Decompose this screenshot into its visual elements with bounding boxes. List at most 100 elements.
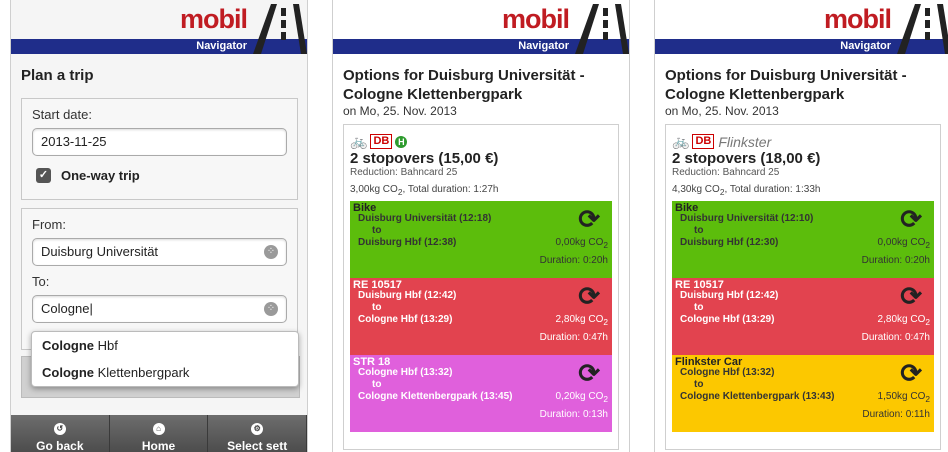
- leg-to: Cologne Hbf (13:29): [358, 314, 453, 325]
- refresh-icon[interactable]: ⟳: [900, 283, 922, 309]
- suggestion-item[interactable]: Cologne Hbf: [32, 332, 298, 359]
- logo-mark-icon: [253, 4, 307, 54]
- co2-subscript: 2: [603, 240, 608, 250]
- db-icon: DB: [370, 134, 393, 149]
- refresh-icon[interactable]: ⟳: [578, 360, 600, 386]
- refresh-icon[interactable]: ⟳: [578, 206, 600, 232]
- leg-duration: Duration: 0:47h: [539, 332, 608, 343]
- start-date-label: Start date:: [32, 107, 92, 122]
- trip-leg[interactable]: STR 18 Cologne Hbf (13:32) to Cologne Kl…: [350, 355, 612, 432]
- one-way-label: One-way trip: [61, 168, 140, 183]
- suggestion-match: Cologne: [42, 365, 94, 380]
- options-screen: mobil Navigator Options for Duisburg Uni…: [654, 0, 948, 452]
- leg-co2: 0,20kg CO2: [556, 391, 608, 404]
- leg-to: Cologne Klettenbergpark (13:43): [680, 391, 835, 402]
- co2-subscript: 2: [925, 240, 930, 250]
- summary-duration: , Total duration: 1:33h: [724, 184, 821, 195]
- logo-mark-icon: [897, 4, 948, 54]
- leg-from: Cologne Hbf (13:32): [358, 367, 453, 378]
- leg-from: Cologne Hbf (13:32): [680, 367, 775, 378]
- trip-option-card[interactable]: 🚲 DB Flinkster 2 stopovers (18,00 €) Red…: [665, 124, 941, 450]
- summary-duration: , Total duration: 1:27h: [402, 184, 499, 195]
- co2-subscript: 2: [925, 394, 930, 404]
- page-title: Plan a trip: [21, 67, 94, 84]
- logo-mark-icon: [575, 4, 629, 54]
- leg-to-word: to: [694, 225, 704, 236]
- leg-co2: 2,80kg CO2: [556, 314, 608, 327]
- logo-word: mobil: [180, 4, 248, 34]
- settings-button[interactable]: ⚙ Select sett: [208, 415, 307, 452]
- trip-date: on Mo, 25. Nov. 2013: [665, 104, 779, 118]
- home-label: Home: [141, 439, 176, 452]
- leg-to: Duisburg Hbf (12:38): [358, 237, 457, 248]
- trip-option-card[interactable]: 🚲 DB H 2 stopovers (15,00 €) Reduction: …: [343, 124, 619, 450]
- from-value: Duisburg Universität: [41, 244, 159, 259]
- trip-leg[interactable]: RE 10517 Duisburg Hbf (12:42) to Cologne…: [672, 278, 934, 355]
- co2-subscript: 2: [925, 317, 930, 327]
- trip-summary: 3,00kg CO2, Total duration: 1:27h: [350, 184, 618, 197]
- summary-co2: 3,00kg CO: [350, 184, 398, 195]
- leg-co2-value: 2,80kg CO: [555, 314, 604, 325]
- logo-word: mobil: [824, 4, 892, 34]
- from-label: From:: [32, 217, 66, 232]
- from-input[interactable]: Duisburg Universität ⁘: [32, 238, 287, 266]
- checkmark-icon: ✓: [36, 168, 51, 183]
- go-back-button[interactable]: ↺ Go back: [11, 415, 110, 452]
- logo-sub: Navigator: [518, 40, 569, 52]
- leg-to-word: to: [372, 302, 382, 313]
- autocomplete-list: Cologne Hbf Cologne Klettenbergpark: [31, 331, 299, 387]
- leg-duration: Duration: 0:47h: [861, 332, 930, 343]
- co2-subscript: 2: [603, 317, 608, 327]
- mode-icons: 🚲 DB Flinkster: [672, 133, 940, 150]
- leg-from: Duisburg Universität (12:10): [680, 213, 814, 224]
- trip-leg[interactable]: RE 10517 Duisburg Hbf (12:42) to Cologne…: [350, 278, 612, 355]
- refresh-icon[interactable]: ⟳: [900, 206, 922, 232]
- grid-icon[interactable]: ⁘: [264, 302, 278, 316]
- options-screen: mobil Navigator Options for Duisburg Uni…: [332, 0, 630, 452]
- suggestion-rest: Klettenbergpark: [94, 365, 190, 380]
- app-header: mobil Navigator: [333, 0, 629, 56]
- leg-co2: 0,00kg CO2: [878, 237, 930, 250]
- date-fieldset: Start date: 2013-11-25 ✓ One-way trip: [21, 98, 298, 200]
- leg-duration: Duration: 0:20h: [861, 255, 930, 266]
- page-title: Options for Duisburg Universität - Colog…: [665, 67, 907, 103]
- leg-co2-value: 1,50kg CO: [877, 391, 926, 402]
- back-icon: ↺: [53, 423, 66, 435]
- refresh-icon[interactable]: ⟳: [900, 360, 922, 386]
- trip-leg[interactable]: Flinkster Car Cologne Hbf (13:32) to Col…: [672, 355, 934, 432]
- start-date-input[interactable]: 2013-11-25: [32, 128, 287, 156]
- refresh-icon[interactable]: ⟳: [578, 283, 600, 309]
- stopovers-price: 2 stopovers (15,00 €): [350, 150, 499, 167]
- leg-duration: Duration: 0:20h: [539, 255, 608, 266]
- leg-co2-value: 0,00kg CO: [555, 237, 604, 248]
- bike-icon: 🚲: [672, 133, 690, 149]
- page-title: Options for Duisburg Universität - Colog…: [343, 67, 585, 103]
- leg-co2-value: 2,80kg CO: [877, 314, 926, 325]
- suggestion-item[interactable]: Cologne Klettenbergpark: [32, 359, 298, 386]
- db-icon: DB: [692, 134, 715, 149]
- one-way-checkbox[interactable]: ✓ One-way trip: [36, 168, 297, 183]
- logo-word: mobil: [502, 4, 570, 34]
- leg-to-word: to: [372, 379, 382, 390]
- app-header: mobil Navigator: [655, 0, 948, 56]
- stopovers-price: 2 stopovers (18,00 €): [672, 150, 821, 167]
- trip-leg[interactable]: Bike Duisburg Universität (12:10) to Dui…: [672, 201, 934, 278]
- leg-to: Cologne Klettenbergpark (13:45): [358, 391, 513, 402]
- route-fieldset: From: Duisburg Universität ⁘ To: Cologne…: [21, 208, 298, 350]
- bottom-nav: ↺ Go back ⌂ Home ⚙ Select sett: [11, 415, 307, 452]
- to-input[interactable]: Cologne| ⁘: [32, 295, 287, 323]
- leg-co2: 0,00kg CO2: [556, 237, 608, 250]
- home-button[interactable]: ⌂ Home: [110, 415, 209, 452]
- leg-co2: 1,50kg CO2: [878, 391, 930, 404]
- leg-from: Duisburg Universität (12:18): [358, 213, 492, 224]
- trip-summary: 4,30kg CO2, Total duration: 1:33h: [672, 184, 940, 197]
- summary-co2: 4,30kg CO: [672, 184, 720, 195]
- reduction: Reduction: Bahncard 25: [350, 167, 458, 178]
- logo-sub: Navigator: [196, 40, 247, 52]
- start-date-value: 2013-11-25: [41, 134, 107, 149]
- grid-icon[interactable]: ⁘: [264, 245, 278, 259]
- app-header: mobil Navigator: [11, 0, 307, 56]
- to-value: Cologne: [41, 301, 90, 316]
- co2-subscript: 2: [603, 394, 608, 404]
- trip-leg[interactable]: Bike Duisburg Universität (12:18) to Dui…: [350, 201, 612, 278]
